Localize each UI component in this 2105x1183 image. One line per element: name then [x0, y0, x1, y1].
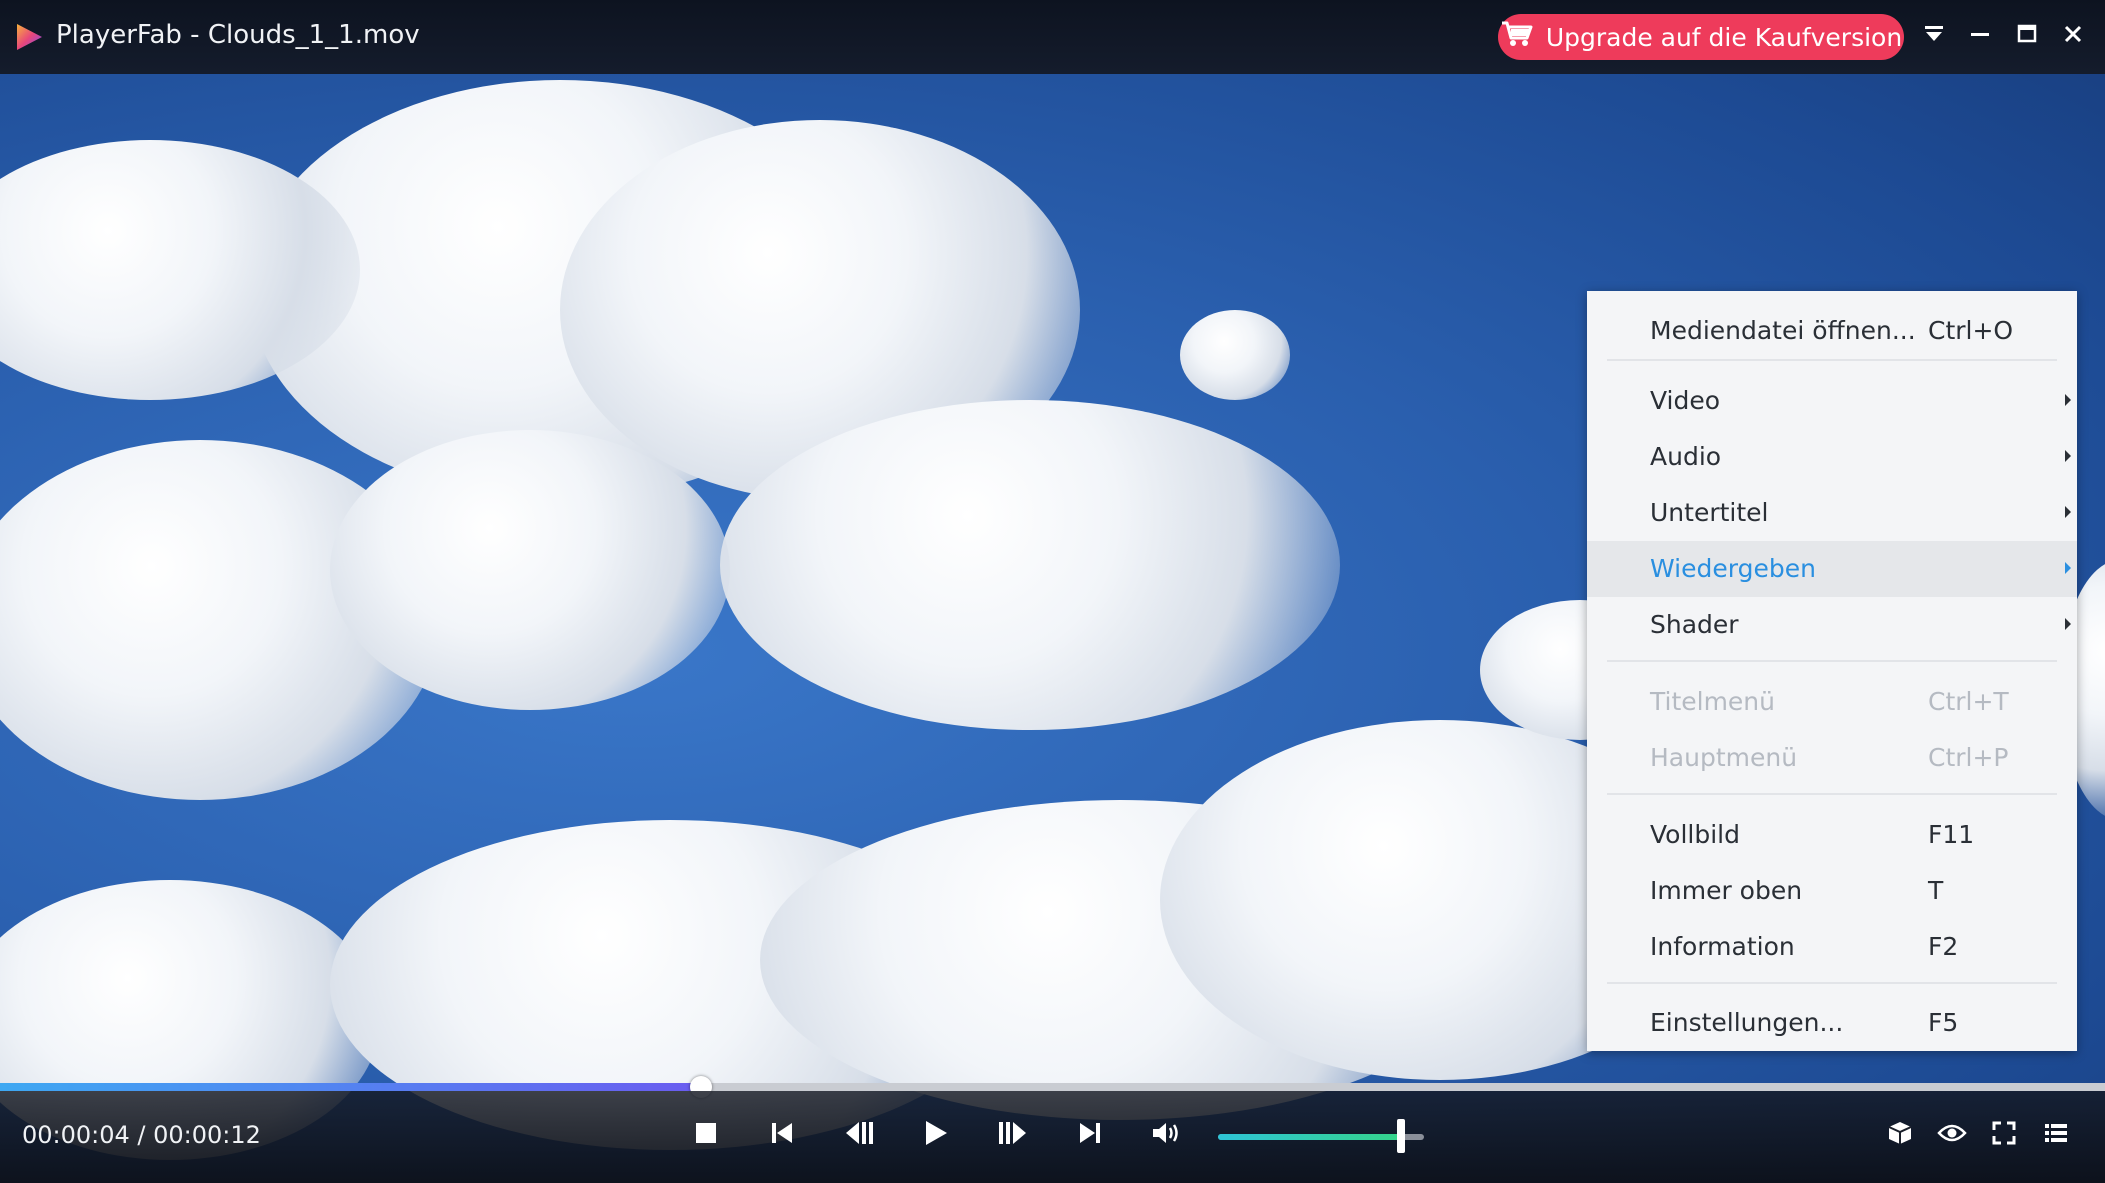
maximize-icon — [2017, 24, 2037, 48]
menu-item-fullscreen[interactable]: Vollbild F11 — [1587, 807, 2077, 863]
menu-item-title-menu: Titelmenü Ctrl+T — [1587, 674, 2077, 730]
volume-icon — [1151, 1120, 1181, 1150]
submenu-arrow-icon — [2065, 618, 2071, 630]
menu-item-shortcut: Ctrl+O — [1928, 316, 2014, 345]
menu-separator — [1607, 982, 2057, 984]
submenu-arrow-icon — [2065, 450, 2071, 462]
minimize-icon — [1970, 24, 1990, 48]
menu-item-label: Immer oben — [1650, 876, 1803, 905]
menu-item-label: Mediendatei öffnen... — [1650, 316, 1916, 345]
control-bar: 00:00:04 / 00:00:12 — [0, 1091, 2105, 1183]
cloud — [720, 400, 1340, 730]
menu-item-label: Einstellungen... — [1650, 1008, 1844, 1037]
cloud — [1180, 310, 1290, 400]
menu-separator — [1607, 660, 2057, 662]
fullscreen-icon — [1992, 1121, 2016, 1149]
menu-dropdown-button[interactable] — [1914, 16, 1954, 56]
menu-item-shader[interactable]: Shader — [1587, 597, 2077, 653]
time-display: 00:00:04 / 00:00:12 — [22, 1121, 261, 1149]
menu-item-label: Information — [1650, 932, 1795, 961]
menu-item-shortcut: F2 — [1928, 932, 1959, 961]
eye-icon — [1937, 1122, 1967, 1148]
previous-button[interactable] — [760, 1113, 804, 1157]
menu-item-label: Untertitel — [1650, 498, 1769, 527]
context-menu[interactable]: Mediendatei öffnen... Ctrl+O Video Audio… — [1587, 291, 2077, 1051]
menu-item-video[interactable]: Video — [1587, 373, 2077, 429]
close-button[interactable] — [2053, 16, 2093, 56]
menu-item-settings[interactable]: Einstellungen... F5 — [1587, 995, 2077, 1051]
menu-item-label: Hauptmenü — [1650, 743, 1798, 772]
seek-bar-progress — [0, 1083, 701, 1091]
menu-item-information[interactable]: Information F2 — [1587, 919, 2077, 975]
step-backward-icon — [845, 1120, 875, 1150]
menu-item-open-media[interactable]: Mediendatei öffnen... Ctrl+O — [1587, 303, 2077, 359]
cube-icon — [1887, 1120, 1913, 1150]
volume-slider[interactable] — [1218, 1134, 1424, 1140]
menu-item-shortcut: Ctrl+T — [1928, 687, 2009, 716]
play-button[interactable] — [914, 1113, 958, 1157]
play-icon — [923, 1119, 949, 1151]
step-forward-icon — [997, 1120, 1027, 1150]
window-title: PlayerFab - Clouds_1_1.mov — [56, 20, 420, 50]
eye-protection-button[interactable] — [1930, 1113, 1974, 1157]
menu-item-label: Shader — [1650, 610, 1739, 639]
volume-level — [1218, 1134, 1402, 1140]
next-button[interactable] — [1068, 1113, 1112, 1157]
submenu-arrow-icon — [2065, 394, 2071, 406]
frame-forward-button[interactable] — [990, 1113, 1034, 1157]
submenu-arrow-icon — [2065, 506, 2071, 518]
menu-item-shortcut: F5 — [1928, 1008, 1959, 1037]
stop-button[interactable] — [684, 1113, 728, 1157]
maximize-button[interactable] — [2007, 16, 2047, 56]
menu-item-label: Audio — [1650, 442, 1722, 471]
skip-next-icon — [1078, 1121, 1102, 1149]
3d-mode-button[interactable] — [1878, 1113, 1922, 1157]
cloud — [330, 430, 730, 710]
menu-item-playback[interactable]: Wiedergeben — [1587, 541, 2077, 597]
submenu-arrow-icon — [2065, 562, 2071, 574]
skip-previous-icon — [770, 1121, 794, 1149]
seek-bar[interactable] — [0, 1083, 2105, 1091]
menu-separator — [1607, 359, 2057, 361]
menu-item-shortcut: T — [1928, 876, 1944, 905]
playlist-button[interactable] — [2034, 1113, 2078, 1157]
dropdown-menu-icon — [1923, 23, 1945, 49]
menu-item-main-menu: Hauptmenü Ctrl+P — [1587, 730, 2077, 786]
fullscreen-button[interactable] — [1982, 1113, 2026, 1157]
playlist-icon — [2044, 1122, 2068, 1148]
title-bar[interactable]: PlayerFab - Clouds_1_1.mov Upgrade auf d… — [0, 0, 2105, 74]
mute-button[interactable] — [1144, 1113, 1188, 1157]
menu-item-shortcut: Ctrl+P — [1928, 743, 2009, 772]
stop-icon — [695, 1122, 717, 1148]
menu-item-label: Wiedergeben — [1650, 554, 1816, 583]
menu-item-shortcut: F11 — [1928, 820, 1975, 849]
menu-item-always-on-top[interactable]: Immer oben T — [1587, 863, 2077, 919]
menu-item-label: Titelmenü — [1650, 687, 1775, 716]
volume-handle[interactable] — [1397, 1119, 1406, 1153]
menu-item-subtitles[interactable]: Untertitel — [1587, 485, 2077, 541]
minimize-button[interactable] — [1960, 16, 2000, 56]
menu-item-label: Video — [1650, 386, 1721, 415]
upgrade-label: Upgrade auf die Kaufversion — [1545, 22, 1903, 52]
close-icon — [2063, 24, 2083, 48]
menu-item-audio[interactable]: Audio — [1587, 429, 2077, 485]
menu-separator — [1607, 793, 2057, 795]
menu-item-label: Vollbild — [1650, 820, 1740, 849]
app-logo-icon — [14, 22, 44, 52]
upgrade-button[interactable]: Upgrade auf die Kaufversion — [1498, 14, 1904, 60]
cart-icon — [1500, 20, 1534, 54]
frame-back-button[interactable] — [838, 1113, 882, 1157]
